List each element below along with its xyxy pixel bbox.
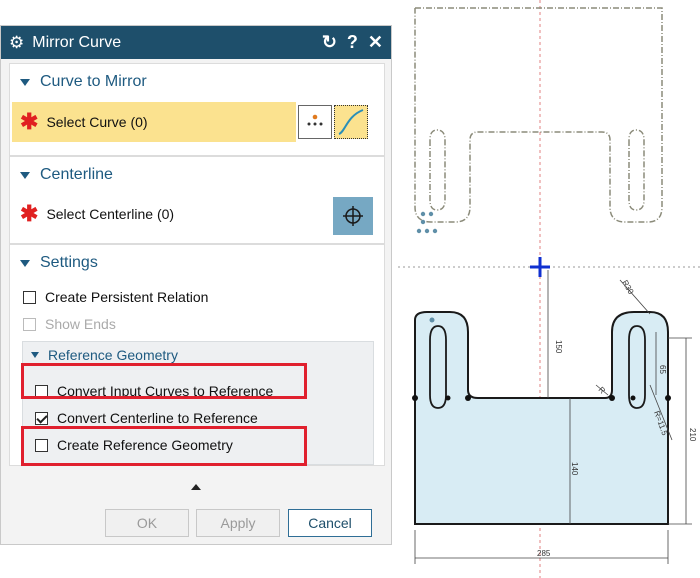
mirror-curve-dialog: ⚙ Mirror Curve ↻ ? ✕ Curve to Mirror ✱ S… bbox=[0, 25, 392, 545]
section-label: Centerline bbox=[40, 166, 113, 183]
checkbox-label: Create Persistent Relation bbox=[45, 289, 209, 305]
checkbox bbox=[23, 317, 36, 331]
crosshair-icon[interactable] bbox=[333, 197, 373, 235]
centerline-header[interactable]: Centerline bbox=[10, 157, 384, 193]
small-point-icon bbox=[429, 317, 435, 323]
centerline-section: Centerline ✱ Select Centerline (0) bbox=[9, 156, 385, 244]
original-profile[interactable] bbox=[414, 311, 669, 525]
collapse-triangle-icon bbox=[20, 171, 30, 179]
curve-select-icon[interactable] bbox=[334, 105, 368, 139]
reset-icon[interactable]: ↻ bbox=[322, 32, 337, 53]
required-star-icon: ✱ bbox=[20, 109, 39, 134]
dim-210: 210 bbox=[688, 428, 697, 442]
highlight-box bbox=[21, 426, 307, 466]
required-star-icon: ✱ bbox=[20, 201, 39, 226]
point-dialog-icon[interactable] bbox=[298, 105, 332, 139]
sketch-canvas[interactable]: 150 65 210 140 285 R30 R=11.5 R bbox=[393, 0, 700, 578]
mirrored-curve[interactable] bbox=[414, 7, 663, 223]
gear-icon[interactable]: ⚙ bbox=[9, 33, 24, 53]
create-persistent-relation-checkbox[interactable]: Create Persistent Relation bbox=[23, 286, 208, 308]
settings-header[interactable]: Settings bbox=[10, 245, 384, 281]
dim-150: 150 bbox=[554, 340, 563, 354]
dim-65: 65 bbox=[658, 365, 667, 374]
checkbox-label: Convert Centerline to Reference bbox=[57, 410, 258, 426]
dim-285: 285 bbox=[537, 549, 551, 558]
select-curve-row[interactable]: ✱ Select Curve (0) bbox=[12, 102, 296, 142]
ok-button[interactable]: OK bbox=[105, 509, 189, 537]
section-label: Curve to Mirror bbox=[40, 73, 147, 90]
select-curve-label: Select Curve (0) bbox=[46, 114, 148, 130]
checkbox-label: Show Ends bbox=[45, 316, 116, 332]
expand-arrow-icon[interactable] bbox=[191, 484, 201, 490]
subsection-label: Reference Geometry bbox=[48, 347, 178, 363]
apply-button[interactable]: Apply bbox=[196, 509, 280, 537]
highlight-box bbox=[21, 363, 307, 399]
dim-r30: R30 bbox=[620, 279, 635, 297]
section-label: Settings bbox=[40, 254, 98, 271]
select-centerline-row[interactable]: ✱ Select Centerline (0) bbox=[12, 194, 296, 234]
dim-140: 140 bbox=[570, 462, 579, 476]
help-button[interactable]: ? bbox=[347, 32, 358, 53]
checkbox[interactable] bbox=[35, 411, 48, 425]
dialog-title: Mirror Curve bbox=[32, 33, 122, 51]
curve-to-mirror-section: Curve to Mirror ✱ Select Curve (0) bbox=[9, 63, 385, 156]
dialog-titlebar: ⚙ Mirror Curve ↻ ? ✕ bbox=[1, 26, 391, 59]
show-ends-checkbox: Show Ends bbox=[23, 313, 116, 335]
checkbox[interactable] bbox=[23, 290, 36, 304]
collapse-triangle-icon bbox=[31, 352, 39, 358]
select-centerline-label: Select Centerline (0) bbox=[46, 206, 175, 222]
curve-to-mirror-header[interactable]: Curve to Mirror bbox=[10, 64, 384, 100]
close-button[interactable]: ✕ bbox=[368, 32, 383, 53]
collapse-triangle-icon bbox=[20, 259, 30, 267]
origin-crosshair-icon bbox=[530, 257, 550, 277]
collapse-triangle-icon bbox=[20, 78, 30, 86]
cancel-button[interactable]: Cancel bbox=[288, 509, 372, 537]
